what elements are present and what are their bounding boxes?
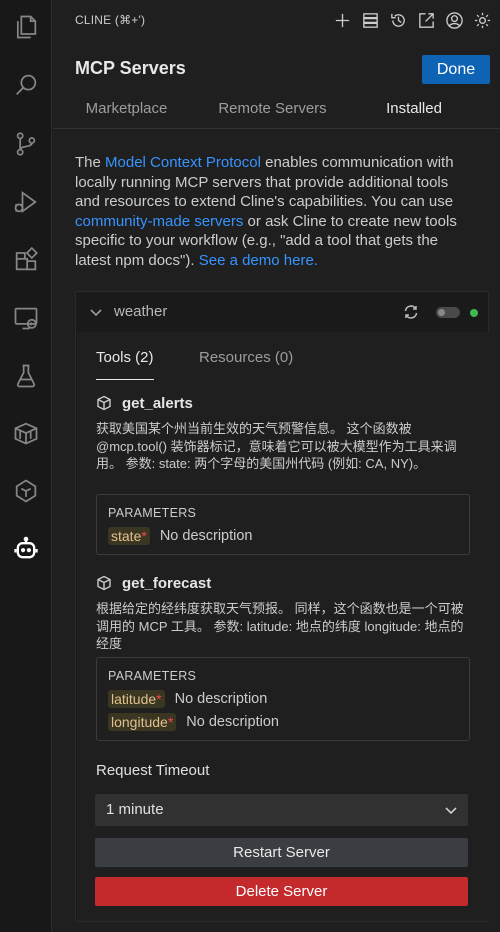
required-mark: * — [141, 528, 147, 544]
parameters-box: PARAMETERS state* No description — [96, 494, 470, 555]
tool-description: 获取美国某个州当前生效的天气预警信息。 这个函数被 @mcp.tool() 装饰… — [96, 421, 457, 471]
robot-icon[interactable] — [0, 525, 52, 573]
parameter-name-text: state — [111, 528, 142, 544]
refresh-icon[interactable] — [402, 303, 420, 321]
popout-icon[interactable] — [414, 8, 438, 32]
parameter-row: latitude* No description — [108, 689, 267, 709]
tabs-divider — [53, 128, 500, 129]
parameters-title: PARAMETERS — [108, 669, 197, 683]
demo-link[interactable]: See a demo here. — [199, 252, 318, 269]
tool-name: get_forecast — [122, 574, 212, 592]
box-icon[interactable] — [0, 409, 52, 457]
tab-bar: Marketplace Remote Servers Installed — [75, 96, 480, 129]
intro-part-1: The — [75, 154, 106, 171]
cline-panel: CLINE (⌘+') MCP Servers Done Marketplace… — [53, 0, 500, 932]
server-enable-toggle[interactable] — [436, 307, 460, 318]
parameter-name: latitude* — [108, 690, 165, 708]
request-timeout-value: 1 minute — [106, 801, 164, 818]
extensions-icon[interactable] — [0, 236, 52, 284]
chevron-down-icon[interactable] — [88, 304, 104, 320]
parameter-name-text: longitude — [111, 714, 168, 730]
done-button[interactable]: Done — [422, 55, 490, 84]
search-icon[interactable] — [0, 61, 52, 109]
server-card: weather Tools (2) Resources (0) get_aler… — [75, 291, 489, 922]
intro-text: The Model Context Protocol enables commu… — [75, 153, 470, 270]
flask-icon[interactable] — [0, 352, 52, 400]
tool-description: 根据给定的经纬度获取天气预报。 同样，这个函数也是一个可被调用的 MCP 工具。… — [96, 601, 464, 651]
parameter-description: No description — [186, 714, 279, 730]
required-mark: * — [167, 714, 174, 730]
parameter-description: No description — [174, 691, 268, 707]
model-context-protocol-link[interactable]: Model Context Protocol — [105, 154, 261, 171]
activity-bar — [0, 0, 52, 932]
files-icon[interactable] — [0, 3, 52, 51]
tab-remote-servers[interactable]: Remote Servers — [200, 96, 345, 129]
parameter-description: No description — [159, 528, 253, 544]
gitlens-icon[interactable] — [0, 467, 52, 515]
delete-server-button[interactable]: Delete Server — [95, 877, 468, 906]
panel-title: CLINE (⌘+') — [75, 13, 146, 27]
server-body: Tools (2) Resources (0) get_alerts 获取美国某… — [77, 332, 489, 921]
parameters-box: PARAMETERS latitude* No description long… — [96, 657, 470, 741]
plus-icon[interactable] — [330, 8, 354, 32]
title-actions — [330, 8, 494, 32]
package-icon — [97, 395, 111, 411]
page-title: MCP Servers — [75, 58, 186, 78]
run-debug-icon[interactable] — [0, 178, 52, 226]
server-name: weather — [114, 303, 168, 320]
tab-tools[interactable]: Tools (2) — [96, 346, 154, 380]
tool-header: get_alerts — [96, 393, 193, 413]
parameters-title: PARAMETERS — [108, 506, 197, 520]
parameter-name: state* — [108, 527, 150, 545]
status-dot — [470, 309, 478, 317]
gear-icon[interactable] — [470, 8, 494, 32]
source-control-icon[interactable] — [0, 120, 52, 168]
toggle-knob — [438, 309, 445, 316]
parameter-name-text: latitude — [111, 691, 157, 707]
tab-marketplace[interactable]: Marketplace — [75, 96, 178, 129]
parameter-row: state* No description — [108, 526, 253, 546]
server-header[interactable]: weather — [76, 292, 488, 332]
community-servers-link[interactable]: community-made servers — [75, 213, 243, 230]
tab-resources[interactable]: Resources (0) — [199, 346, 293, 380]
parameter-name: longitude* — [108, 713, 177, 731]
restart-server-button[interactable]: Restart Server — [95, 838, 468, 867]
request-timeout-select[interactable]: 1 minute — [95, 794, 468, 826]
remote-explorer-icon[interactable] — [0, 294, 52, 342]
account-icon[interactable] — [442, 8, 466, 32]
chevron-down-icon — [445, 807, 457, 815]
server-stack-icon[interactable] — [358, 8, 382, 32]
tab-installed[interactable]: Installed — [369, 96, 459, 129]
tool-name: get_alerts — [122, 394, 193, 412]
required-mark: * — [156, 691, 162, 707]
package-icon — [97, 575, 111, 591]
request-timeout-label: Request Timeout — [96, 762, 210, 779]
history-icon[interactable] — [386, 8, 410, 32]
tool-header: get_forecast — [96, 573, 211, 593]
parameter-row: longitude* No description — [108, 712, 279, 732]
